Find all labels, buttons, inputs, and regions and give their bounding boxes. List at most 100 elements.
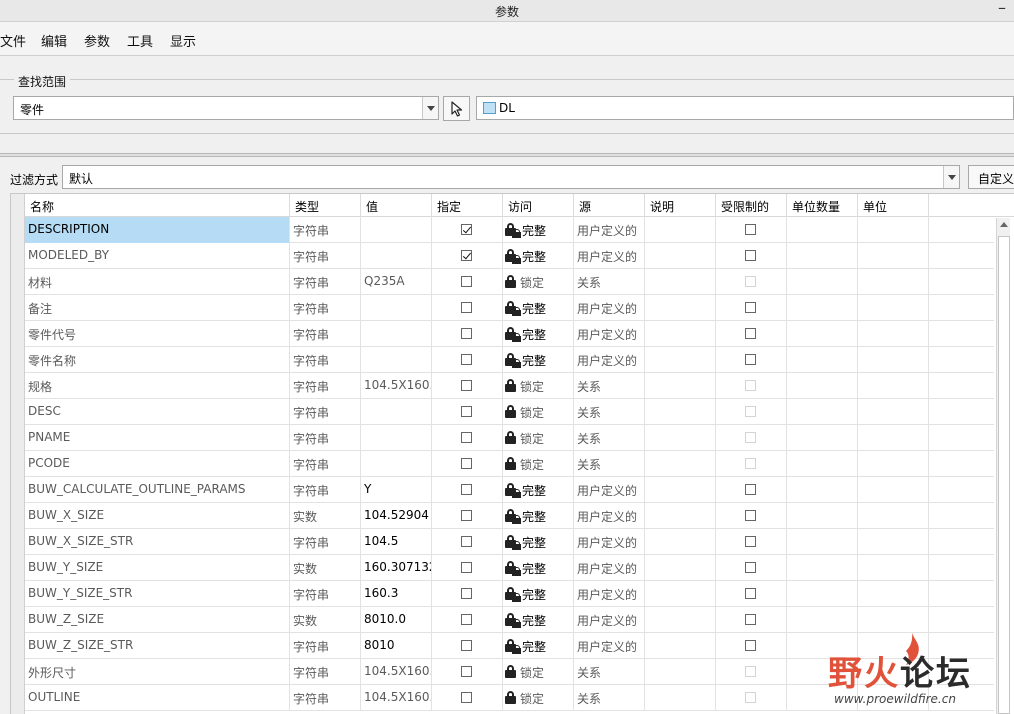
cell-description[interactable] bbox=[645, 607, 716, 633]
cell-unit-quantity[interactable] bbox=[787, 451, 858, 477]
pane-splitter[interactable] bbox=[0, 153, 1014, 157]
cell-restricted[interactable] bbox=[716, 373, 787, 399]
cell-restricted[interactable] bbox=[716, 321, 787, 347]
filter-select[interactable]: 默认 bbox=[62, 165, 960, 189]
cell-source[interactable]: 用户定义的 bbox=[574, 607, 645, 633]
cell-designated[interactable] bbox=[432, 477, 503, 503]
designated-checkbox[interactable] bbox=[461, 406, 472, 417]
cell-description[interactable] bbox=[645, 659, 716, 685]
cell-description[interactable] bbox=[645, 503, 716, 529]
cell-description[interactable] bbox=[645, 555, 716, 581]
cell-unit-quantity[interactable] bbox=[787, 295, 858, 321]
table-row[interactable]: DESC 字符串 锁定 关系 bbox=[25, 399, 994, 425]
table-row[interactable]: PNAME 字符串 锁定 关系 bbox=[25, 425, 994, 451]
cell-unit-quantity[interactable] bbox=[787, 425, 858, 451]
cell-source[interactable]: 关系 bbox=[574, 451, 645, 477]
designated-checkbox[interactable] bbox=[461, 614, 472, 625]
cell-unit[interactable] bbox=[858, 321, 929, 347]
cell-source[interactable]: 用户定义的 bbox=[574, 581, 645, 607]
header-col-unit[interactable]: 单位 bbox=[858, 194, 929, 217]
cell-access[interactable]: 完整 bbox=[503, 321, 574, 347]
cell-unit-quantity[interactable] bbox=[787, 399, 858, 425]
cell-value[interactable] bbox=[361, 347, 432, 373]
cell-designated[interactable] bbox=[432, 347, 503, 373]
cell-source[interactable]: 用户定义的 bbox=[574, 295, 645, 321]
cell-name[interactable]: DESC bbox=[25, 399, 290, 425]
cell-name[interactable]: BUW_CALCULATE_OUTLINE_PARAMS bbox=[25, 477, 290, 503]
cell-type[interactable]: 字符串 bbox=[290, 269, 361, 295]
cell-unit-quantity[interactable] bbox=[787, 555, 858, 581]
cell-unit-quantity[interactable] bbox=[787, 347, 858, 373]
cell-designated[interactable] bbox=[432, 555, 503, 581]
cell-type[interactable]: 字符串 bbox=[290, 347, 361, 373]
scroll-up-icon[interactable] bbox=[1000, 222, 1008, 227]
cell-unit[interactable] bbox=[858, 347, 929, 373]
cell-unit[interactable] bbox=[858, 295, 929, 321]
cell-access[interactable]: 完整 bbox=[503, 607, 574, 633]
cell-unit-quantity[interactable] bbox=[787, 269, 858, 295]
cell-restricted[interactable] bbox=[716, 269, 787, 295]
restricted-checkbox[interactable] bbox=[745, 510, 756, 521]
table-row[interactable]: 备注 字符串 完整 用户定义的 bbox=[25, 295, 994, 321]
cell-unit-quantity[interactable] bbox=[787, 217, 858, 243]
cell-value[interactable]: 8010 bbox=[361, 633, 432, 659]
cell-designated[interactable] bbox=[432, 685, 503, 711]
cell-description[interactable] bbox=[645, 295, 716, 321]
cell-type[interactable]: 实数 bbox=[290, 555, 361, 581]
cell-unit[interactable] bbox=[858, 399, 929, 425]
table-row[interactable]: BUW_CALCULATE_OUTLINE_PARAMS 字符串 Y 完整 用户定义的 bbox=[25, 477, 994, 503]
designated-checkbox[interactable] bbox=[461, 484, 472, 495]
cell-unit[interactable] bbox=[858, 503, 929, 529]
cell-designated[interactable] bbox=[432, 425, 503, 451]
cell-restricted[interactable] bbox=[716, 503, 787, 529]
customize-button[interactable]: 自定义 bbox=[968, 165, 1014, 189]
cell-source[interactable]: 用户定义的 bbox=[574, 555, 645, 581]
cell-name[interactable]: PCODE bbox=[25, 451, 290, 477]
cell-type[interactable]: 字符串 bbox=[290, 633, 361, 659]
cell-type[interactable]: 字符串 bbox=[290, 373, 361, 399]
designated-checkbox[interactable] bbox=[461, 224, 472, 235]
cell-name[interactable]: DESCRIPTION bbox=[25, 217, 290, 243]
cell-unit[interactable] bbox=[858, 529, 929, 555]
cell-name[interactable]: BUW_Z_SIZE_STR bbox=[25, 633, 290, 659]
cell-source[interactable]: 关系 bbox=[574, 373, 645, 399]
cell-type[interactable]: 字符串 bbox=[290, 321, 361, 347]
cell-source[interactable]: 用户定义的 bbox=[574, 477, 645, 503]
cell-restricted[interactable] bbox=[716, 399, 787, 425]
header-col-type[interactable]: 类型 bbox=[290, 194, 361, 217]
cell-description[interactable] bbox=[645, 581, 716, 607]
cell-name[interactable]: 零件名称 bbox=[25, 347, 290, 373]
designated-checkbox[interactable] bbox=[461, 302, 472, 313]
designated-checkbox[interactable] bbox=[461, 458, 472, 469]
cell-designated[interactable] bbox=[432, 217, 503, 243]
cell-source[interactable]: 关系 bbox=[574, 425, 645, 451]
cell-designated[interactable] bbox=[432, 529, 503, 555]
cell-restricted[interactable] bbox=[716, 425, 787, 451]
cell-value[interactable]: 104.5X160. bbox=[361, 685, 432, 711]
select-item-button[interactable] bbox=[443, 96, 470, 121]
cell-unit[interactable] bbox=[858, 581, 929, 607]
header-col-value[interactable]: 值 bbox=[361, 194, 432, 217]
designated-checkbox[interactable] bbox=[461, 536, 472, 547]
cell-description[interactable] bbox=[645, 451, 716, 477]
cell-access[interactable]: 完整 bbox=[503, 633, 574, 659]
cell-designated[interactable] bbox=[432, 607, 503, 633]
cell-access[interactable]: 完整 bbox=[503, 503, 574, 529]
cell-restricted[interactable] bbox=[716, 217, 787, 243]
cell-description[interactable] bbox=[645, 217, 716, 243]
cell-source[interactable]: 关系 bbox=[574, 399, 645, 425]
cell-value[interactable]: Q235A bbox=[361, 269, 432, 295]
cell-type[interactable]: 字符串 bbox=[290, 243, 361, 269]
cell-restricted[interactable] bbox=[716, 243, 787, 269]
restricted-checkbox[interactable] bbox=[745, 302, 756, 313]
cell-value[interactable] bbox=[361, 243, 432, 269]
cell-access[interactable]: 完整 bbox=[503, 347, 574, 373]
restricted-checkbox[interactable] bbox=[745, 328, 756, 339]
table-row[interactable]: PCODE 字符串 锁定 关系 bbox=[25, 451, 994, 477]
cell-designated[interactable] bbox=[432, 633, 503, 659]
cell-restricted[interactable] bbox=[716, 555, 787, 581]
dropdown-arrow-icon[interactable] bbox=[422, 97, 438, 119]
cell-designated[interactable] bbox=[432, 451, 503, 477]
cell-restricted[interactable] bbox=[716, 685, 787, 711]
cell-unit[interactable] bbox=[858, 607, 929, 633]
